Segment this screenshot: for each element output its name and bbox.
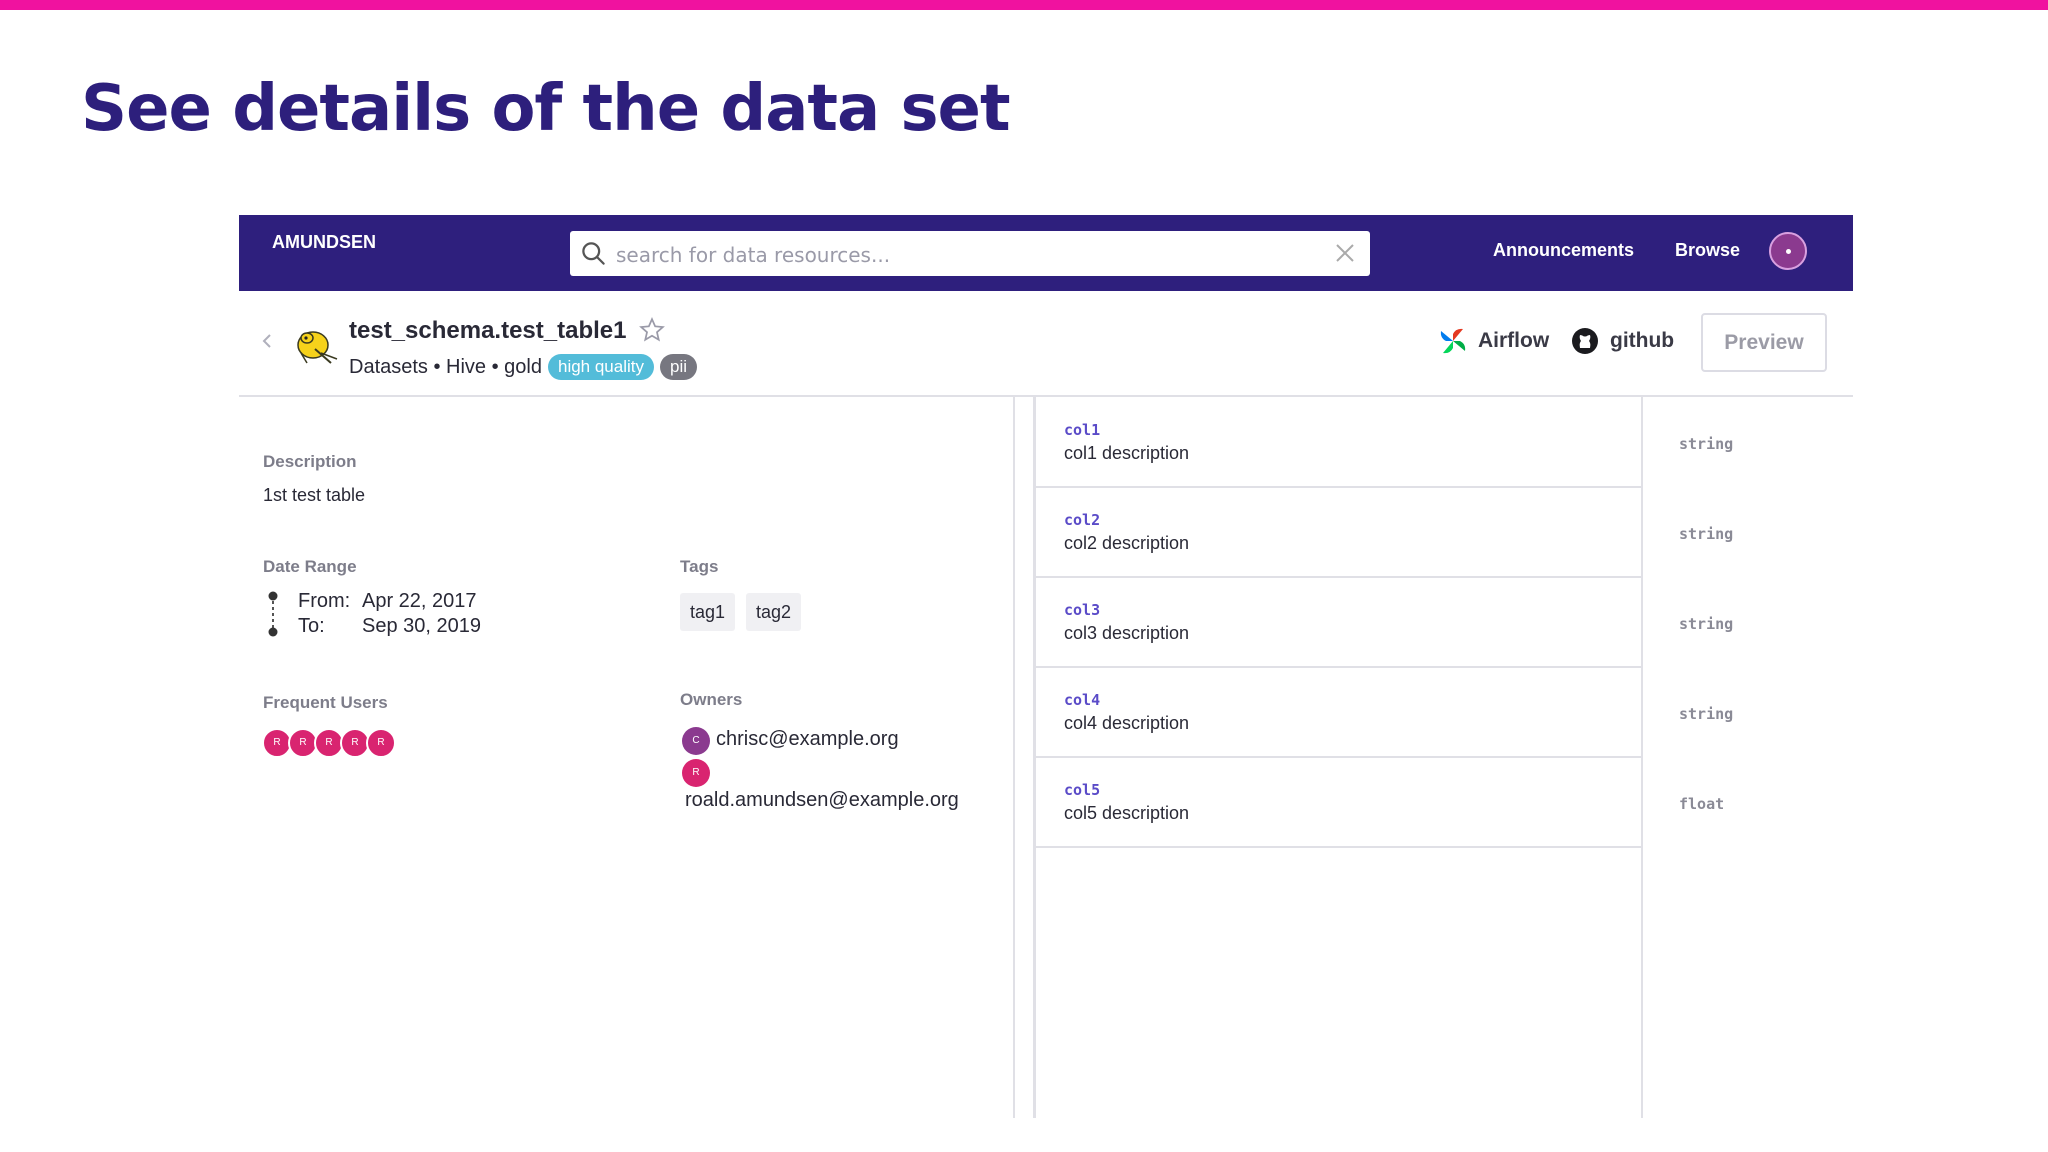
table-title: test_schema.test_table1 xyxy=(349,317,627,344)
breadcrumb-text: Datasets • Hive • gold xyxy=(349,355,542,378)
column-row[interactable]: col1 col1 description string xyxy=(1036,397,1733,488)
owner-email[interactable]: roald.amundsen@example.org xyxy=(685,789,959,812)
bookmark-star-icon[interactable] xyxy=(639,317,665,343)
column-name: col1 xyxy=(1064,421,1101,439)
column-type: float xyxy=(1679,795,1725,813)
column-type: string xyxy=(1679,705,1734,723)
column-description: col5 description xyxy=(1064,803,1190,823)
description-label: Description xyxy=(263,452,357,471)
preview-button[interactable]: Preview xyxy=(1701,313,1827,372)
date-range-from: From: Apr 22, 2017 xyxy=(298,590,477,613)
search-bar[interactable] xyxy=(570,231,1370,278)
column-row[interactable]: col3 col3 description string xyxy=(1036,577,1733,668)
brand-logo[interactable]: AMUNDSEN xyxy=(272,232,376,253)
column-name: col2 xyxy=(1064,511,1101,529)
github-label: github xyxy=(1610,329,1675,352)
to-label: To: xyxy=(298,615,325,637)
column-description: col4 description xyxy=(1064,713,1190,733)
chevron-left-icon[interactable] xyxy=(259,333,275,349)
to-value: Sep 30, 2019 xyxy=(362,615,481,637)
slide-accent-bar xyxy=(0,0,2048,10)
date-range-label: Date Range xyxy=(263,557,357,576)
frequent-users-label: Frequent Users xyxy=(263,693,388,712)
badge-pii[interactable]: pii xyxy=(660,354,698,380)
nav-browse-link[interactable]: Browse xyxy=(1675,240,1740,261)
column-name: col4 xyxy=(1064,691,1101,709)
slide-title: See details of the data set xyxy=(81,72,1011,146)
date-range-icon xyxy=(268,591,278,637)
search-input[interactable] xyxy=(614,231,1318,278)
table-breadcrumb: Datasets • Hive • gold high quality pii xyxy=(349,354,698,380)
column-row[interactable]: col2 col2 description string xyxy=(1036,487,1733,578)
from-value: Apr 22, 2017 xyxy=(362,590,477,612)
badge-high-quality[interactable]: high quality xyxy=(547,354,654,380)
column-description: col3 description xyxy=(1064,623,1190,643)
tag-chip[interactable]: tag1 xyxy=(680,593,736,631)
frequent-user-avatar[interactable]: R xyxy=(366,728,396,758)
github-icon xyxy=(1572,328,1598,354)
hive-logo-icon xyxy=(297,331,338,364)
column-type: string xyxy=(1679,615,1734,633)
column-description: col2 description xyxy=(1064,533,1190,553)
amundsen-app-window: AMUNDSEN Announcements Browse test_schem… xyxy=(239,215,1853,1118)
column-name: col5 xyxy=(1064,781,1101,799)
nav-announcements-link[interactable]: Announcements xyxy=(1493,240,1634,261)
airflow-label: Airflow xyxy=(1478,329,1550,352)
clear-search-icon[interactable] xyxy=(1333,241,1357,265)
tag-chip[interactable]: tag2 xyxy=(746,593,802,631)
tags-label: Tags xyxy=(680,557,719,576)
owner-avatar: R xyxy=(682,759,710,787)
owner-avatar: C xyxy=(682,727,710,755)
column-list-panel: col1 col1 description string col2 col2 d… xyxy=(1033,397,1733,1118)
airflow-link[interactable]: Airflow xyxy=(1438,326,1549,356)
column-row[interactable]: col5 col5 description float xyxy=(1036,757,1724,848)
description-text[interactable]: 1st test table xyxy=(263,485,365,506)
column-type: string xyxy=(1679,435,1734,453)
column-description: col1 description xyxy=(1064,443,1190,463)
column-name: col3 xyxy=(1064,601,1101,619)
github-link[interactable]: github xyxy=(1570,326,1674,356)
column-type: string xyxy=(1679,525,1734,543)
owner-email[interactable]: chrisc@example.org xyxy=(716,728,899,751)
top-navbar: AMUNDSEN Announcements Browse xyxy=(239,215,1853,291)
column-row[interactable]: col4 col4 description string xyxy=(1036,667,1733,758)
airflow-icon xyxy=(1440,328,1466,354)
owners-label: Owners xyxy=(680,690,743,709)
search-icon xyxy=(582,242,605,265)
from-label: From: xyxy=(298,590,351,612)
date-range-to: To: Sep 30, 2019 xyxy=(298,615,481,638)
user-avatar-menu[interactable] xyxy=(1769,232,1807,270)
